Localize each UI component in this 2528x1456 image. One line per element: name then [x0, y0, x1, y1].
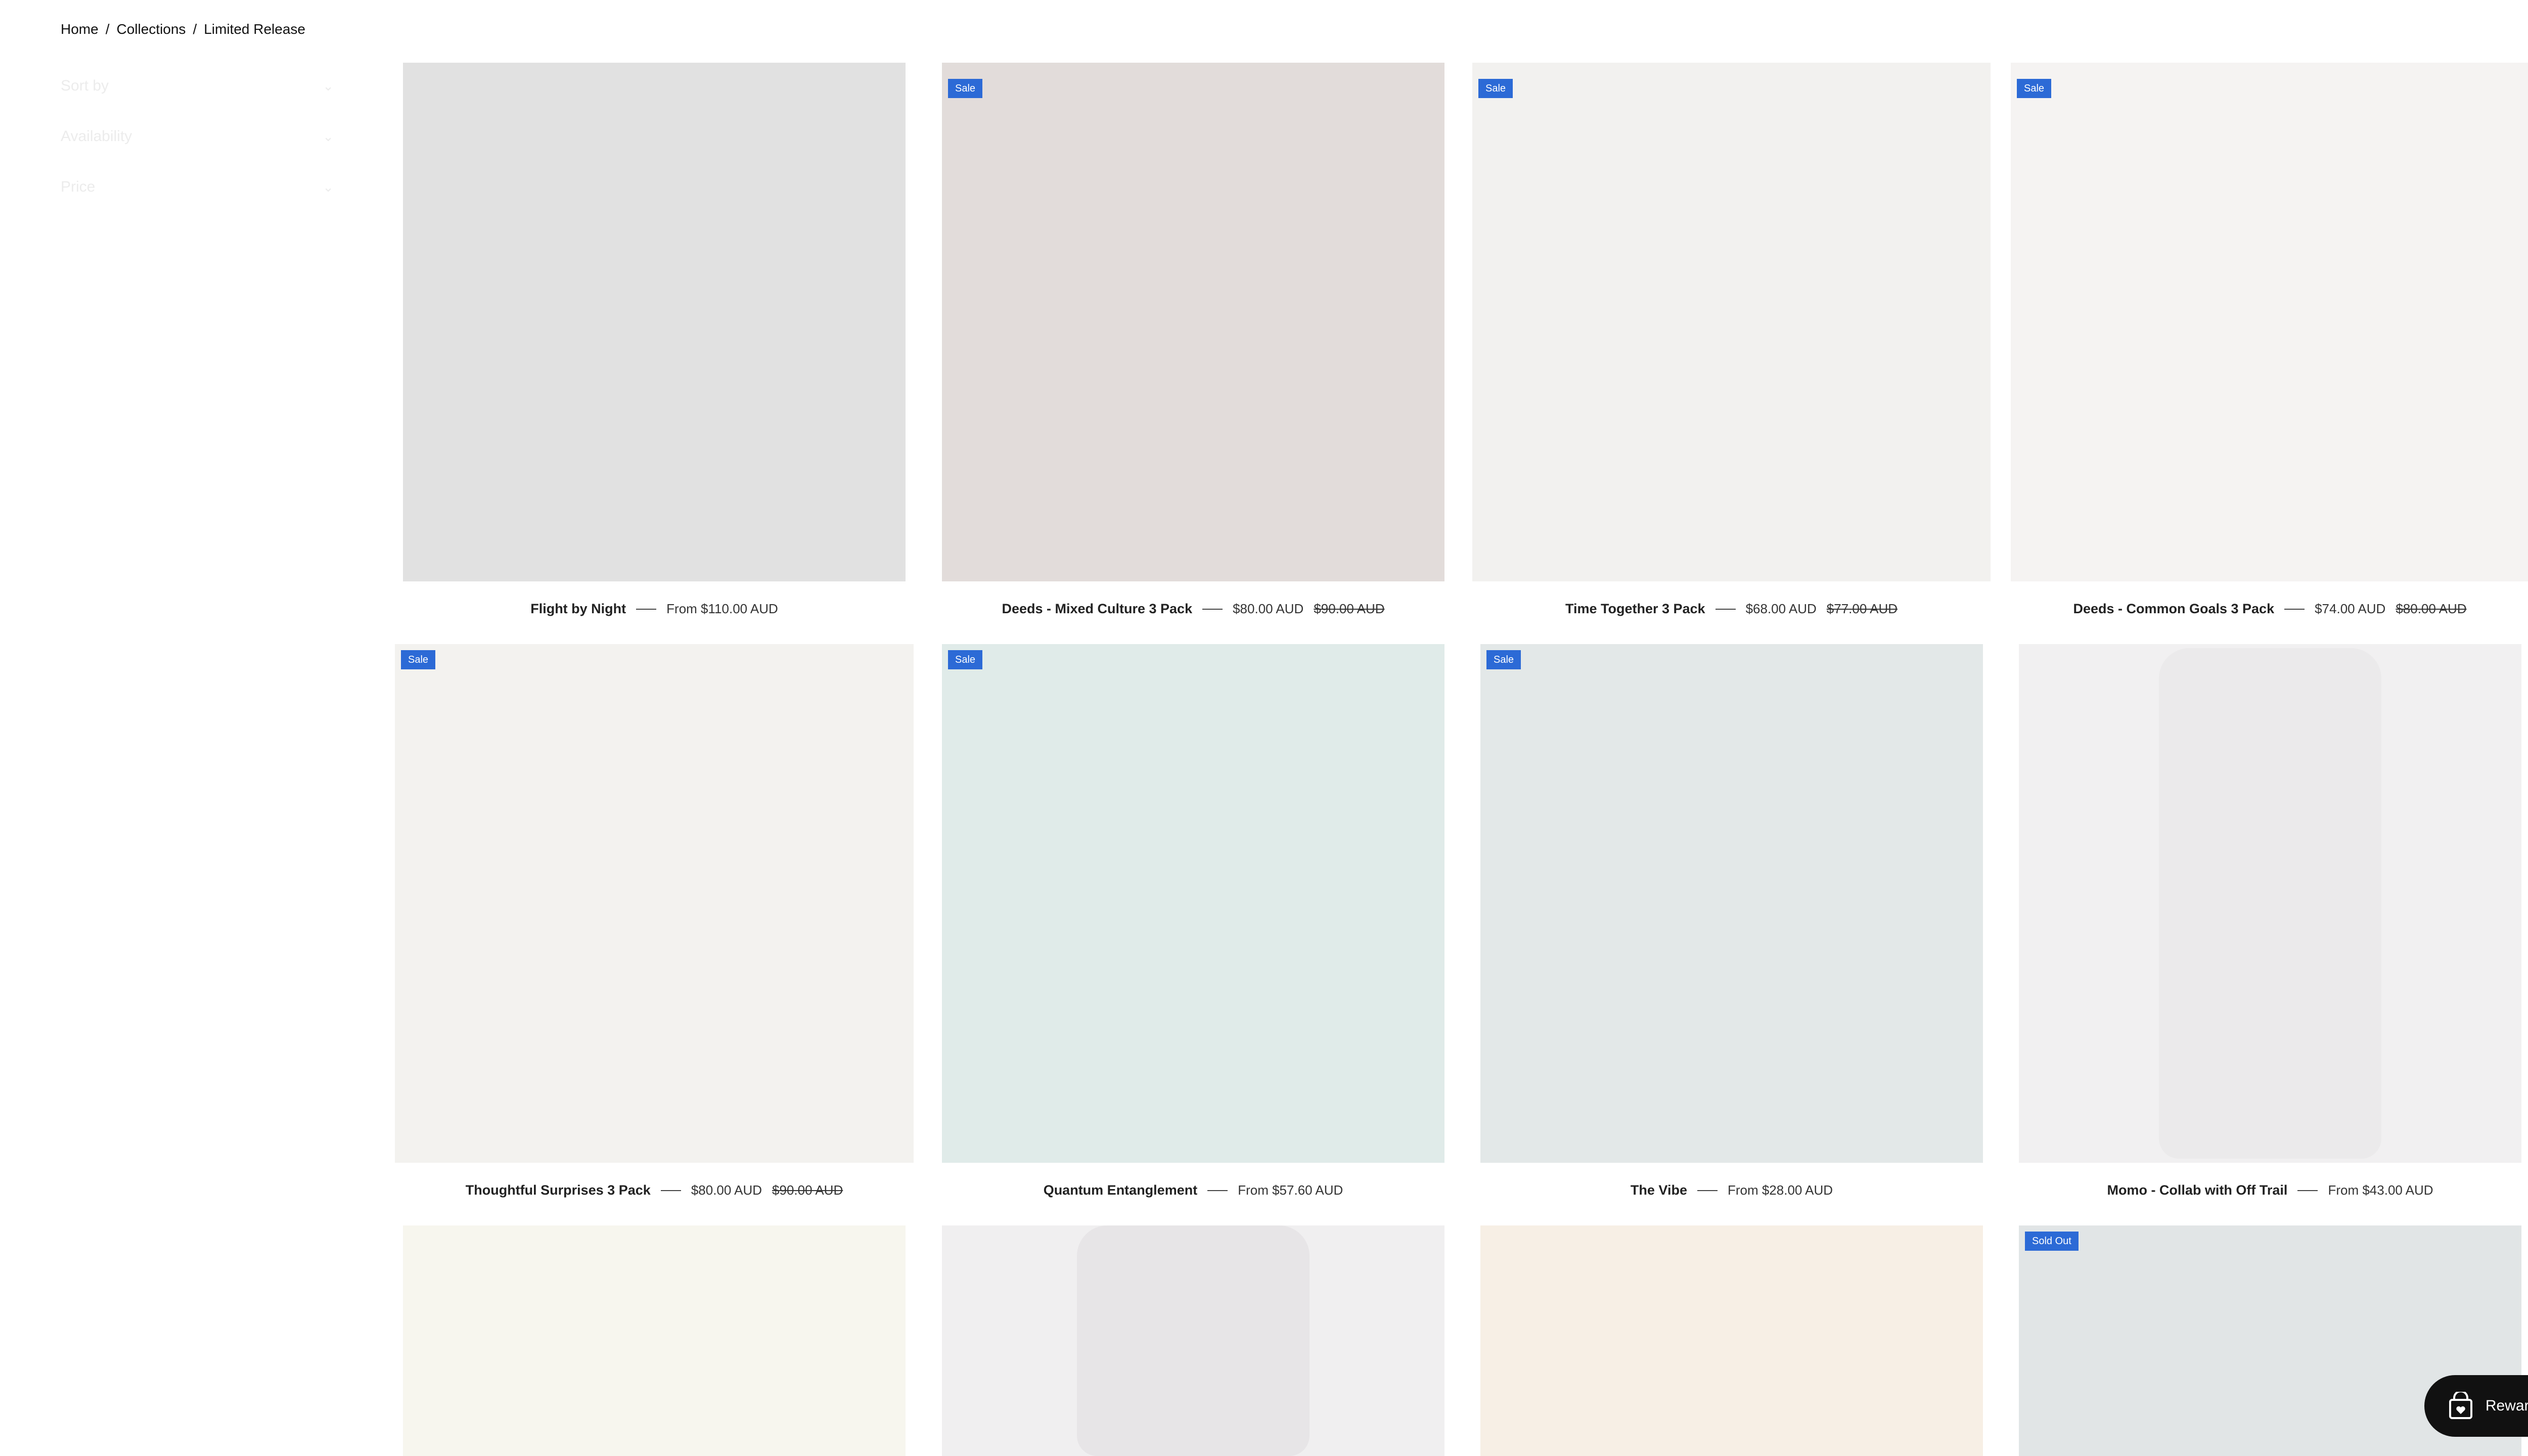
product-title[interactable]: Momo - Collab with Off Trail	[2107, 1182, 2287, 1198]
product-meta: The Vibe From $28.00 AUD	[1480, 1182, 1983, 1198]
product-title[interactable]: Thoughtful Surprises 3 Pack	[466, 1182, 651, 1198]
breadcrumb-separator: /	[193, 21, 197, 37]
product-card[interactable]: Sale Deeds - Mixed Culture 3 Pack $80.00…	[942, 63, 1444, 629]
product-meta: Thoughtful Surprises 3 Pack $80.00 AUD $…	[395, 1182, 914, 1198]
divider	[1202, 608, 1223, 610]
product-image[interactable]	[1480, 644, 1983, 1163]
product-meta: Time Together 3 Pack $68.00 AUD $77.00 A…	[1472, 601, 1991, 617]
product-card[interactable]: Sale The Vibe From $28.00 AUD	[1480, 644, 1983, 1210]
product-meta: Deeds - Mixed Culture 3 Pack $80.00 AUD …	[942, 601, 1444, 617]
product-title[interactable]: Quantum Entanglement	[1044, 1182, 1198, 1198]
divider	[660, 1190, 681, 1191]
product-card[interactable]	[403, 1225, 906, 1456]
product-price: $74.00 AUD	[2315, 601, 2386, 616]
breadcrumb-home-link[interactable]: Home	[61, 21, 99, 37]
divider	[1697, 1190, 1718, 1191]
product-card[interactable]	[942, 1225, 1444, 1456]
product-card[interactable]: Flight by Night From $110.00 AUD	[403, 63, 906, 629]
sale-badge: Sale	[1478, 79, 1513, 98]
product-title[interactable]: Deeds - Mixed Culture 3 Pack	[1002, 601, 1192, 617]
breadcrumb-collections-link[interactable]: Collections	[116, 21, 186, 37]
sale-badge: Sale	[948, 79, 983, 98]
product-card[interactable]: Momo - Collab with Off Trail From $43.00…	[2019, 644, 2521, 1210]
product-price: $68.00 AUD	[1745, 601, 1817, 616]
product-card[interactable]: Sale Quantum Entanglement From $57.60 AU…	[942, 644, 1444, 1210]
product-image[interactable]	[1480, 1225, 1983, 1456]
breadcrumb: Home / Collections / Limited Release	[61, 21, 305, 37]
sale-badge: Sale	[948, 650, 983, 669]
product-meta: Quantum Entanglement From $57.60 AUD	[942, 1182, 1444, 1198]
product-meta: Momo - Collab with Off Trail From $43.00…	[2019, 1182, 2521, 1198]
product-image[interactable]	[942, 644, 1444, 1163]
product-compare-price: $90.00 AUD	[772, 1182, 843, 1198]
filter-label: Sort by	[61, 77, 109, 94]
shopping-bag-heart-icon	[2449, 1392, 2472, 1419]
product-title[interactable]: The Vibe	[1631, 1182, 1687, 1198]
product-compare-price: $90.00 AUD	[1314, 601, 1385, 616]
breadcrumb-separator: /	[105, 21, 110, 37]
product-image[interactable]	[1472, 63, 1991, 581]
product-image[interactable]	[942, 63, 1444, 581]
product-compare-price: $77.00 AUD	[1826, 601, 1898, 616]
filter-label: Availability	[61, 128, 132, 145]
divider	[636, 608, 657, 610]
sale-badge: Sale	[2017, 79, 2052, 98]
divider	[2284, 608, 2305, 610]
breadcrumb-current: Limited Release	[204, 21, 305, 37]
divider	[1715, 608, 1736, 610]
product-image[interactable]	[2019, 644, 2521, 1163]
filter-sort-by[interactable]: Sort by ⌄	[61, 76, 334, 96]
filter-label: Price	[61, 178, 96, 195]
product-card[interactable]	[1480, 1225, 1983, 1456]
filter-availability[interactable]: Availability ⌄	[61, 126, 334, 147]
can-product-image	[2159, 648, 2381, 1159]
product-image[interactable]	[403, 1225, 906, 1456]
divider	[1207, 1190, 1228, 1191]
sale-badge: Sale	[401, 650, 436, 669]
product-image[interactable]	[403, 63, 906, 581]
chevron-down-icon: ⌄	[323, 128, 334, 144]
product-price: $80.00 AUD	[691, 1182, 762, 1198]
product-title[interactable]: Time Together 3 Pack	[1565, 601, 1705, 617]
filter-sidebar: Sort by ⌄ Availability ⌄ Price ⌄	[61, 76, 334, 228]
rewards-button[interactable]: Rewards	[2424, 1375, 2528, 1437]
product-card[interactable]: Sale Deeds - Common Goals 3 Pack $74.00 …	[2011, 63, 2528, 629]
product-compare-price: $80.00 AUD	[2396, 601, 2467, 616]
product-price: $80.00 AUD	[1233, 601, 1304, 616]
product-title[interactable]: Deeds - Common Goals 3 Pack	[2073, 601, 2274, 617]
product-image[interactable]	[942, 1225, 1444, 1456]
product-card[interactable]: Sale Time Together 3 Pack $68.00 AUD $77…	[1472, 63, 1991, 629]
product-title[interactable]: Flight by Night	[530, 601, 626, 617]
chevron-down-icon: ⌄	[323, 179, 334, 195]
product-price: From $57.60 AUD	[1238, 1182, 1343, 1198]
product-price: From $110.00 AUD	[666, 601, 778, 616]
product-price: From $43.00 AUD	[2328, 1182, 2433, 1198]
product-meta: Flight by Night From $110.00 AUD	[403, 601, 906, 617]
rewards-label: Rewards	[2485, 1397, 2528, 1414]
can-product-image	[1077, 1225, 1310, 1456]
filter-price[interactable]: Price ⌄	[61, 177, 334, 197]
sale-badge: Sale	[1486, 650, 1521, 669]
product-image[interactable]	[395, 644, 914, 1163]
product-image[interactable]	[2011, 63, 2528, 581]
divider	[2297, 1190, 2318, 1191]
product-price: From $28.00 AUD	[1727, 1182, 1833, 1198]
product-card[interactable]: Sale Thoughtful Surprises 3 Pack $80.00 …	[395, 644, 914, 1210]
chevron-down-icon: ⌄	[323, 78, 334, 94]
product-meta: Deeds - Common Goals 3 Pack $74.00 AUD $…	[2011, 601, 2528, 617]
sold-out-badge: Sold Out	[2025, 1232, 2079, 1251]
